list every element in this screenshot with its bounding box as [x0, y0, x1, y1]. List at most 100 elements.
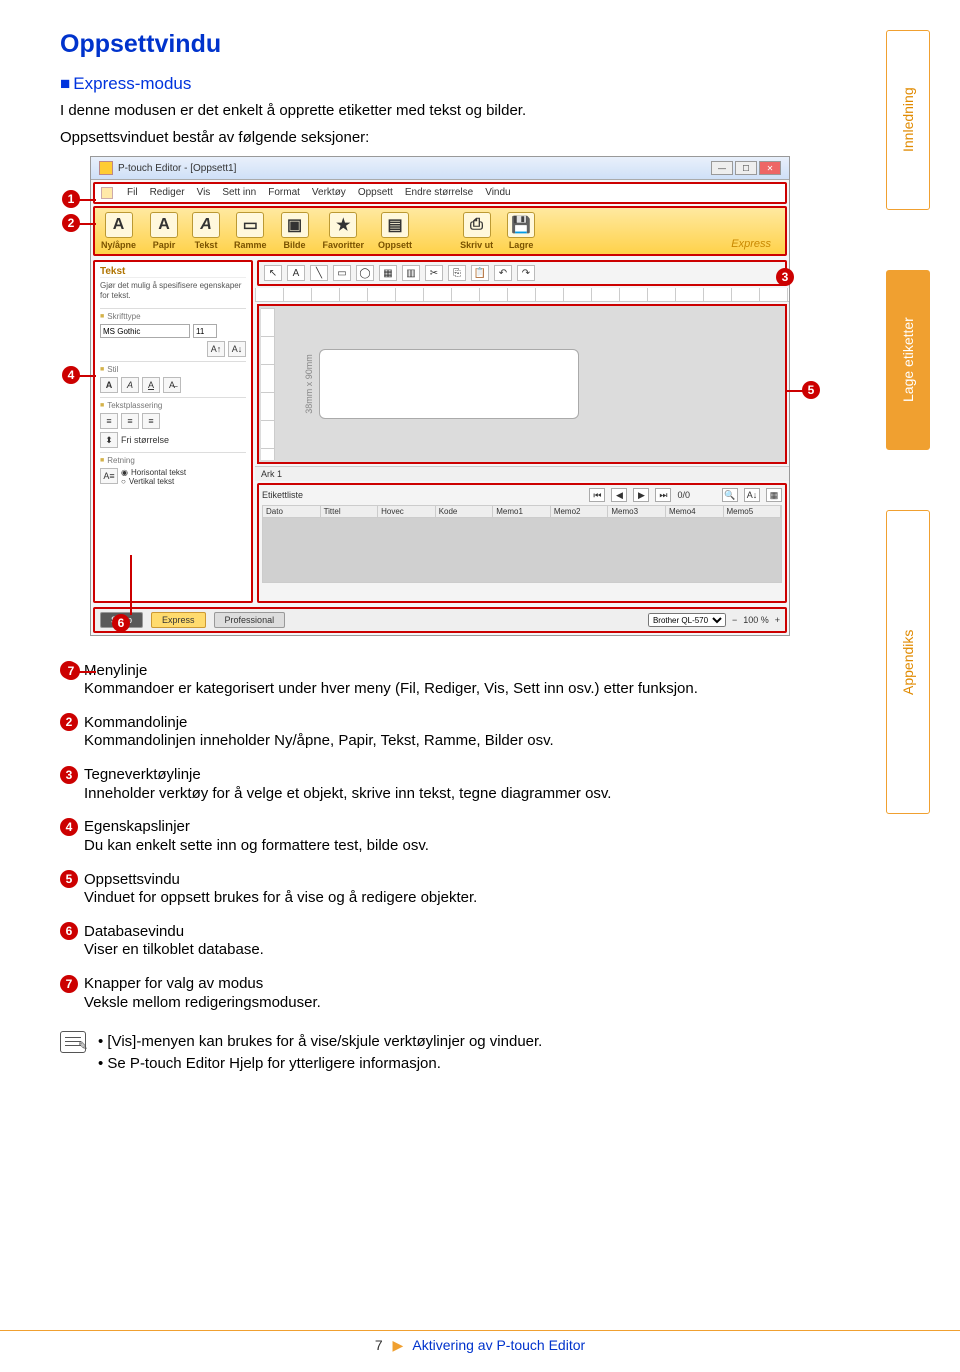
bold-button[interactable]: A: [100, 377, 118, 393]
db-col[interactable]: Memo4: [666, 506, 724, 517]
size-mode-button[interactable]: ⬍: [100, 432, 118, 448]
tab-appendiks[interactable]: Appendiks: [886, 510, 930, 814]
cmd-ramme[interactable]: ▭Ramme: [234, 212, 267, 250]
footer-arrow-icon: ▶: [393, 1337, 404, 1353]
redo-tool[interactable]: ↷: [517, 265, 535, 281]
db-prev-button[interactable]: ◀: [611, 488, 627, 502]
footer-link[interactable]: Aktivering av P-touch Editor: [412, 1337, 585, 1353]
draw-toolbar: ↖ A ╲ ▭ ◯ ▦ ▥ ✂ ⎘ 📋 ↶ ↷: [257, 260, 787, 286]
paste-tool[interactable]: 📋: [471, 265, 489, 281]
note-box: • [Vis]-menyen kan brukes for å vise/skj…: [60, 1031, 840, 1076]
menu-settinn[interactable]: Sett inn: [222, 187, 256, 199]
menu-rediger[interactable]: Rediger: [150, 187, 185, 199]
legend-name-7: Knapper for valg av modus: [84, 975, 263, 992]
font-larger-button[interactable]: A↑: [207, 341, 225, 357]
panel-title-tekst: Tekst: [100, 266, 246, 278]
menu-verktoy[interactable]: Verktøy: [312, 187, 346, 199]
rect-tool[interactable]: ▭: [333, 265, 351, 281]
frame-icon: ▭: [236, 212, 264, 238]
db-view-button[interactable]: ▦: [766, 488, 782, 502]
new-open-icon: A: [105, 212, 133, 238]
cmd-nyapne[interactable]: ANy/åpne: [101, 212, 136, 250]
font-smaller-button[interactable]: A↓: [228, 341, 246, 357]
italic-button[interactable]: A: [121, 377, 139, 393]
underline-button[interactable]: A: [142, 377, 160, 393]
legend-desc-3: Inneholder verktøy for å velge et objekt…: [84, 784, 840, 804]
tab-lage-etiketter[interactable]: Lage etiketter: [886, 270, 930, 450]
pointer-tool[interactable]: ↖: [264, 265, 282, 281]
printer-select[interactable]: Brother QL-570: [648, 613, 726, 627]
db-col[interactable]: Memo2: [551, 506, 609, 517]
sheet-tab[interactable]: Ark 1: [261, 469, 282, 479]
legend-name-5: Oppsettsvindu: [84, 871, 180, 888]
undo-tool[interactable]: ↶: [494, 265, 512, 281]
db-col[interactable]: Memo3: [608, 506, 666, 517]
cut-tool[interactable]: ✂: [425, 265, 443, 281]
menu-endre[interactable]: Endre størrelse: [405, 187, 473, 199]
vertical-ruler: [261, 308, 275, 460]
db-col[interactable]: Tittel: [321, 506, 379, 517]
cmd-fav[interactable]: ★Favoritter: [323, 212, 365, 250]
radio-vertical[interactable]: ○ Vertikal tekst: [121, 477, 186, 486]
callout-4: 4: [62, 366, 80, 384]
db-last-button[interactable]: ⏭: [655, 488, 671, 502]
line-tool[interactable]: ╲: [310, 265, 328, 281]
tab-innledning[interactable]: Innledning: [886, 30, 930, 210]
db-next-button[interactable]: ▶: [633, 488, 649, 502]
label-preview[interactable]: [319, 349, 579, 419]
menu-format[interactable]: Format: [268, 187, 300, 199]
legend-desc-5: Vinduet for oppsett brukes for å vise og…: [84, 888, 840, 908]
legend-num-2: 2: [60, 713, 78, 731]
db-empty-area: [262, 518, 782, 583]
font-size-input[interactable]: [193, 324, 217, 338]
mode-pro-button[interactable]: Professional: [214, 612, 286, 628]
close-button[interactable]: ✕: [759, 161, 781, 175]
db-search-button[interactable]: 🔍: [722, 488, 738, 502]
db-col[interactable]: Kode: [436, 506, 494, 517]
direction-icon: A≡: [100, 468, 118, 484]
database-window: Etikettliste ⏮ ◀ ▶ ⏭ 0/0 🔍 A↓ ▦: [257, 483, 787, 603]
db-col[interactable]: Memo1: [493, 506, 551, 517]
cmd-bilde[interactable]: ▣Bilde: [281, 212, 309, 250]
legend-name-1: Menylinje: [84, 662, 147, 679]
align-left-button[interactable]: ≡: [100, 413, 118, 429]
menu-oppsett[interactable]: Oppsett: [358, 187, 393, 199]
app-icon: [99, 161, 113, 175]
legend-num-3: 3: [60, 766, 78, 784]
menu-vis[interactable]: Vis: [197, 187, 211, 199]
callout-2: 2: [62, 214, 80, 232]
zoom-out-button[interactable]: −: [732, 615, 737, 625]
table-tool[interactable]: ▦: [379, 265, 397, 281]
layout-canvas[interactable]: 38mm x 90mm: [257, 304, 787, 464]
db-col[interactable]: Memo5: [724, 506, 782, 517]
cmd-oppsett[interactable]: ▤Oppsett: [378, 212, 412, 250]
align-center-button[interactable]: ≡: [121, 413, 139, 429]
db-sort-button[interactable]: A↓: [744, 488, 760, 502]
db-title: Etikettliste: [262, 490, 303, 500]
zoom-in-button[interactable]: +: [775, 615, 780, 625]
db-first-button[interactable]: ⏮: [589, 488, 605, 502]
db-col[interactable]: Dato: [263, 506, 321, 517]
cmd-print[interactable]: ⎙Skriv ut: [460, 212, 493, 250]
callout-5: 5: [802, 381, 820, 399]
minimize-button[interactable]: —: [711, 161, 733, 175]
cmd-papir[interactable]: APapir: [150, 212, 178, 250]
mode-express-button[interactable]: Express: [151, 612, 206, 628]
barcode-tool[interactable]: ▥: [402, 265, 420, 281]
radio-horizontal[interactable]: ◉ Horisontal tekst: [121, 468, 186, 477]
legend-name-4: Egenskapslinjer: [84, 818, 190, 835]
cmd-save[interactable]: 💾Lagre: [507, 212, 535, 250]
menu-fil[interactable]: Fil: [127, 187, 138, 199]
align-right-button[interactable]: ≡: [142, 413, 160, 429]
copy-tool[interactable]: ⎘: [448, 265, 466, 281]
ellipse-tool[interactable]: ◯: [356, 265, 374, 281]
menu-vindu[interactable]: Vindu: [485, 187, 510, 199]
maximize-button[interactable]: ☐: [735, 161, 757, 175]
cmd-tekst[interactable]: ATekst: [192, 212, 220, 250]
paper-icon: A: [150, 212, 178, 238]
text-tool[interactable]: A: [287, 265, 305, 281]
legend-list: 1 Menylinje Kommandoer er kategorisert u…: [60, 661, 840, 1013]
db-col[interactable]: Hovec: [378, 506, 436, 517]
font-name-input[interactable]: [100, 324, 190, 338]
strike-button[interactable]: A̶: [163, 377, 181, 393]
